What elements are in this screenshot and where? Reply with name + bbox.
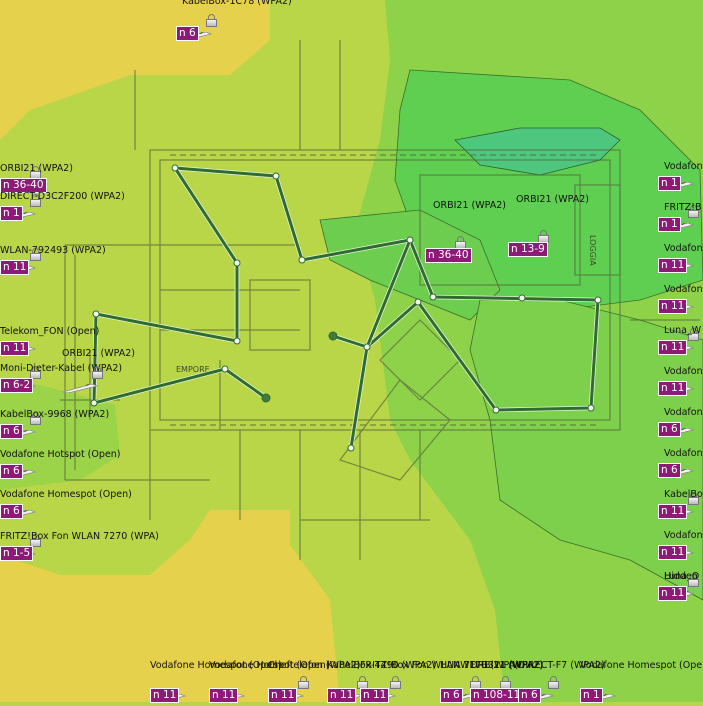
access-point-label: WLAN-792493 (WPA2) xyxy=(0,245,106,256)
access-point-label: Vodafone xyxy=(664,284,703,295)
channel-badge: n 11 xyxy=(268,688,298,703)
router-icon xyxy=(62,384,98,393)
access-point-label: Vodafone xyxy=(664,530,703,541)
channel-badge: n 6 xyxy=(0,464,23,479)
access-point-label: Vodafone xyxy=(664,407,703,418)
channel-badge: n 6 xyxy=(440,688,463,703)
channel-badge: n 1-5 xyxy=(0,546,34,561)
access-point-label: Vodafone xyxy=(664,161,703,172)
access-point-label: KabelBox xyxy=(664,489,703,500)
access-point-label: FRITZ!B xyxy=(664,202,702,213)
access-point-label: ORBI21 (WPA2) xyxy=(516,194,589,205)
channel-badge: n 6-2 xyxy=(0,378,34,393)
channel-badge: n 11 xyxy=(360,688,390,703)
access-point-label: ORBI21 (WPA2) xyxy=(0,163,73,174)
channel-badge: n 36-40 xyxy=(425,248,472,263)
channel-badge: n 11 xyxy=(658,258,688,273)
channel-badge: n 6 xyxy=(518,688,541,703)
channel-badge: n 1 xyxy=(0,206,23,221)
channel-badge: n 11 xyxy=(658,299,688,314)
lock-icon xyxy=(206,14,217,27)
access-point-label: FRITZ!Box Fon WLAN 7270 (WPA) xyxy=(0,531,159,542)
access-point-label: ORBI21 (WPA2) xyxy=(62,348,135,359)
access-point-label: Vodafone Hotspot (Open) xyxy=(0,449,121,460)
access-point-label: Telekom_FON (Open) xyxy=(0,326,100,337)
access-point-label: Hidden xyxy=(664,571,698,582)
channel-badge: n 11 xyxy=(0,341,30,356)
channel-badge: n 6 xyxy=(176,26,199,41)
channel-badge: n 11 xyxy=(658,340,688,355)
channel-badge: n 6 xyxy=(0,424,23,439)
channel-badge: n 11 xyxy=(658,586,688,601)
access-point-label: Luna_W xyxy=(664,325,702,336)
channel-badge: n 11 xyxy=(658,504,688,519)
channel-badge: n 11 xyxy=(0,260,30,275)
access-point-label: DIRECT-D3C2F200 (WPA2) xyxy=(0,191,125,202)
access-point-label: Vodafon xyxy=(664,243,703,254)
channel-badge: n 1 xyxy=(580,688,603,703)
channel-badge: n 6 xyxy=(0,504,23,519)
floorplan-label-loggia: LOGGIA xyxy=(588,235,597,266)
channel-badge: n 11 xyxy=(209,688,239,703)
access-point-label: KabelBox-1C78 (WPA2) xyxy=(182,0,292,7)
lock-icon xyxy=(548,676,559,689)
channel-badge: n 13-9 xyxy=(508,242,548,257)
lock-icon xyxy=(92,366,103,379)
channel-badge: n 6 xyxy=(658,422,681,437)
access-point-label: ORBI21 (WPA2) xyxy=(433,200,506,211)
channel-badge: n 6 xyxy=(658,463,681,478)
access-point-label: Vodafone xyxy=(664,448,703,459)
channel-badge: n 1 xyxy=(658,217,681,232)
access-point-label: Vodafone Homespot (Open) xyxy=(580,660,703,671)
access-point-label: Vodafone xyxy=(664,366,703,377)
channel-badge: n 11 xyxy=(658,545,688,560)
channel-badge: n 11 xyxy=(327,688,357,703)
access-point-label: Moni-Dieter-Kabel (WPA2) xyxy=(0,363,123,374)
lock-icon xyxy=(298,676,309,689)
channel-badge: n 11 xyxy=(150,688,180,703)
access-point-label: KabelBox-9968 (WPA2) xyxy=(0,409,110,420)
lock-icon xyxy=(390,676,401,689)
channel-badge: n 11 xyxy=(658,381,688,396)
channel-badge: n 1 xyxy=(658,176,681,191)
access-point-label: Vodafone Homespot (Open) xyxy=(0,489,132,500)
